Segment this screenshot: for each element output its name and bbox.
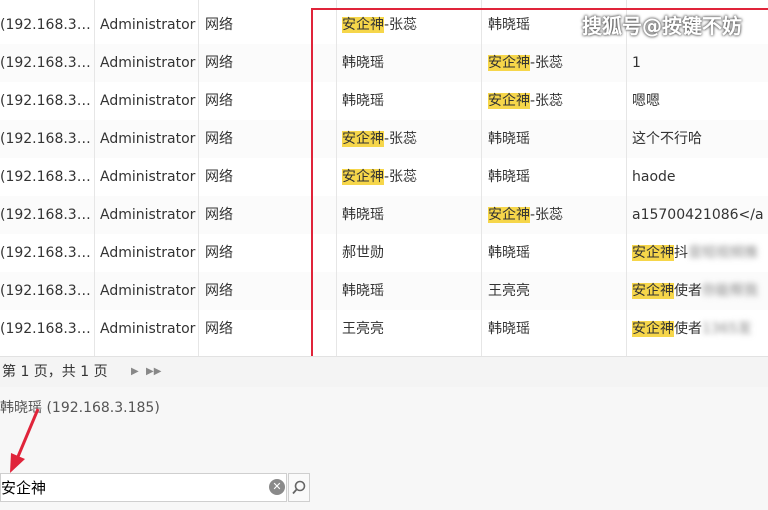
search-button[interactable] <box>288 473 310 502</box>
type-cell: 网络 <box>205 55 233 71</box>
table-row[interactable]: (192.168.3.185) Administrator 网络 韩晓瑶 安企神-张蕊 a… <box>0 196 768 234</box>
sender-cell: 韩晓瑶 <box>342 93 384 109</box>
user-cell: Administrator <box>100 17 196 33</box>
user-cell: Administrator <box>100 321 196 337</box>
type-cell: 网络 <box>205 207 233 223</box>
column-divider <box>94 0 95 356</box>
keyword-highlight: 安企神 <box>632 321 674 337</box>
search-input[interactable] <box>1 474 263 501</box>
user-cell: Administrator <box>100 169 196 185</box>
type-cell: 网络 <box>205 245 233 261</box>
message-grid: (192.168.3.185)Administrator网络安企神-张蕊韩晓瑶(… <box>0 0 768 356</box>
type-cell: 网络 <box>205 17 233 33</box>
clear-icon[interactable]: ✕ <box>269 479 285 495</box>
message-cell: 安企神使者1365发 <box>632 321 752 337</box>
search-icon <box>292 480 306 495</box>
sender-cell: 安企神-张蕊 <box>342 131 418 147</box>
message-cell: a15700421086</a <box>632 207 764 223</box>
table-row[interactable]: (192.168.3.185) Administrator 网络 郝世勋 韩晓瑶 安企神抖… <box>0 234 768 272</box>
blurred-text: 你能帮我 <box>702 283 758 299</box>
watermark-text: 搜狐号@按键不妨 <box>582 14 742 38</box>
type-cell: 网络 <box>205 321 233 337</box>
keyword-highlight: 安企神 <box>632 245 674 261</box>
ip-cell: (192.168.3.185) <box>0 131 92 147</box>
keyword-highlight: 安企神 <box>488 93 530 109</box>
red-arrow-icon <box>10 408 40 473</box>
column-divider <box>336 0 337 356</box>
table-row[interactable]: (192.168.3.185) Administrator 网络 王亮亮 韩晓瑶 安企神使… <box>0 310 768 348</box>
user-cell: Administrator <box>100 93 196 109</box>
sender-cell: 王亮亮 <box>342 321 384 337</box>
receiver-cell: 王亮亮 <box>488 283 530 299</box>
ip-cell: (192.168.3.185) <box>0 207 92 223</box>
receiver-cell: 韩晓瑶 <box>488 169 530 185</box>
ip-cell: (192.168.3.185) <box>0 169 92 185</box>
message-cell: 安企神抖音短视频推 <box>632 245 758 261</box>
message-cell: 这个不行哈 <box>632 131 702 147</box>
message-cell: 1 <box>632 55 641 71</box>
message-cell: haode <box>632 169 676 185</box>
receiver-cell: 韩晓瑶 <box>488 245 530 261</box>
user-cell: Administrator <box>100 55 196 71</box>
column-divider <box>481 0 482 356</box>
pager-label: 第 1 页，共 1 页 <box>2 364 108 380</box>
receiver-cell: 安企神-张蕊 <box>488 207 564 223</box>
ip-cell: (192.168.3.185) <box>0 55 92 71</box>
type-cell: 网络 <box>205 283 233 299</box>
table-row[interactable]: (192.168.3.185) Administrator 网络 韩晓瑶 安企神-张蕊 1 <box>0 44 768 82</box>
keyword-highlight: 安企神 <box>488 55 530 71</box>
receiver-cell: 韩晓瑶 <box>488 131 530 147</box>
type-cell: 网络 <box>205 131 233 147</box>
blurred-text: 1365发 <box>702 321 752 337</box>
sender-cell: 郝世勋 <box>342 245 384 261</box>
message-cell: 嗯嗯 <box>632 93 660 109</box>
ip-cell: (192.168.3.185) <box>0 283 92 299</box>
receiver-cell: 韩晓瑶 <box>488 321 530 337</box>
sender-cell: 韩晓瑶 <box>342 55 384 71</box>
keyword-highlight: 安企神 <box>342 169 384 185</box>
table-row[interactable]: (192.168.3.185) Administrator 网络 韩晓瑶 安企神-张蕊 嗯… <box>0 82 768 120</box>
search-field[interactable]: ✕ <box>0 473 287 502</box>
user-cell: Administrator <box>100 283 196 299</box>
receiver-cell: 安企神-张蕊 <box>488 93 564 109</box>
ip-cell: (192.168.3.185) <box>0 17 92 33</box>
last-page-icon[interactable]: ▶▶ <box>146 357 161 387</box>
receiver-cell: 安企神-张蕊 <box>488 55 564 71</box>
sender-cell: 安企神-张蕊 <box>342 169 418 185</box>
ip-cell: (192.168.3.185) <box>0 93 92 109</box>
keyword-highlight: 安企神 <box>342 17 384 33</box>
table-row[interactable]: (192.168.3.185) Administrator 网络 安企神-张蕊 韩晓瑶 这… <box>0 120 768 158</box>
table-row[interactable]: (192.168.3.185) Administrator 网络 韩晓瑶 王亮亮 安企神使… <box>0 272 768 310</box>
chat-pane: 韩晓瑶 (192.168.3.185) ✕ <box>0 387 768 510</box>
sender-cell: 安企神-张蕊 <box>342 17 418 33</box>
ip-cell: (192.168.3.185) <box>0 321 92 337</box>
type-cell: 网络 <box>205 169 233 185</box>
user-cell: Administrator <box>100 245 196 261</box>
message-cell: 安企神使者你能帮我 <box>632 283 758 299</box>
user-cell: Administrator <box>100 131 196 147</box>
blurred-text: 音短视频推 <box>688 245 758 261</box>
keyword-highlight: 安企神 <box>632 283 674 299</box>
table-row[interactable]: (192.168.3.185) Administrator 网络 安企神-张蕊 韩晓瑶 h… <box>0 158 768 196</box>
type-cell: 网络 <box>205 93 233 109</box>
keyword-highlight: 安企神 <box>342 131 384 147</box>
column-divider <box>198 0 199 356</box>
pager-bar: 第 1 页，共 1 页 ▶ ▶▶ <box>0 356 768 388</box>
next-page-icon[interactable]: ▶ <box>131 357 139 387</box>
ip-cell: (192.168.3.185) <box>0 245 92 261</box>
sender-cell: 韩晓瑶 <box>342 283 384 299</box>
sender-cell: 韩晓瑶 <box>342 207 384 223</box>
column-divider <box>626 0 627 356</box>
keyword-highlight: 安企神 <box>488 207 530 223</box>
user-cell: Administrator <box>100 207 196 223</box>
